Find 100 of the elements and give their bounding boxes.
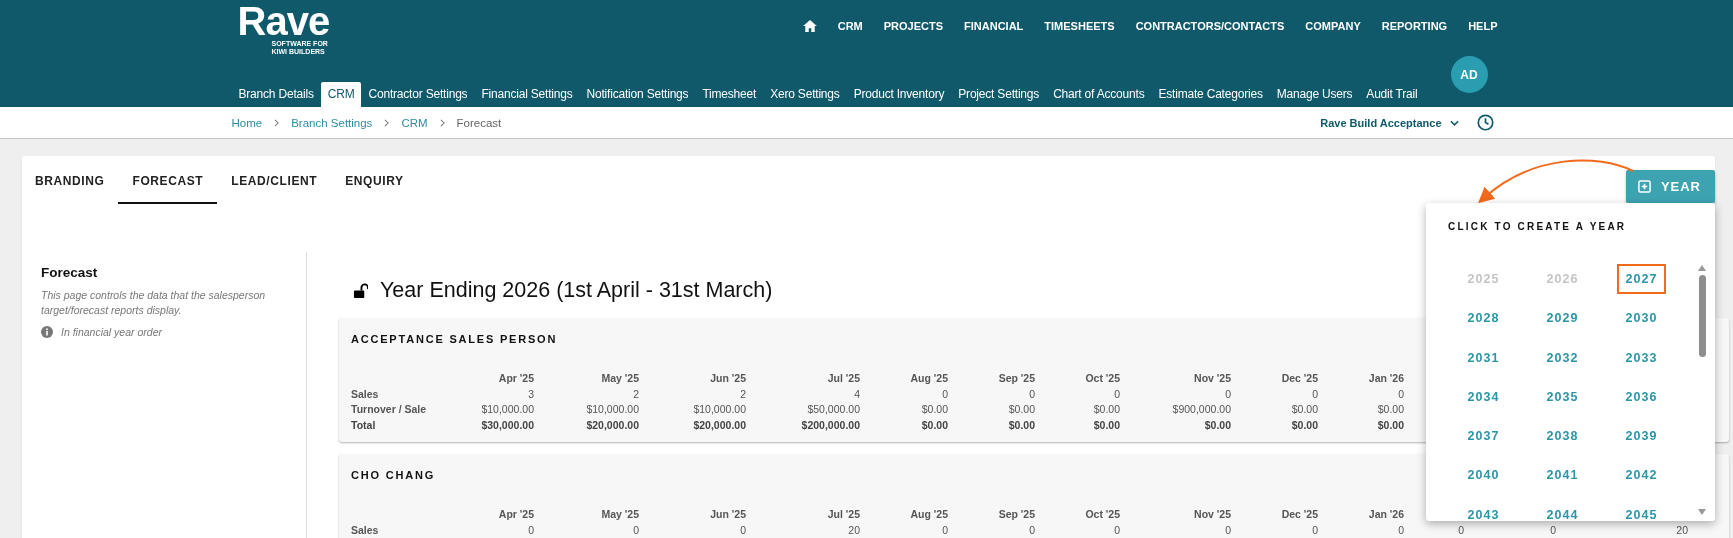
tab[interactable]: ENQUIRY: [331, 156, 418, 204]
settings-tab[interactable]: Audit Trail: [1359, 82, 1425, 107]
company-selector[interactable]: Rave Build Acceptance: [1320, 116, 1459, 129]
scroll-down-icon[interactable]: [1697, 508, 1707, 516]
table-cell-text: $0.00: [1376, 417, 1404, 433]
settings-tab[interactable]: Chart of Accounts: [1046, 82, 1152, 107]
year-option[interactable]: 2042: [1616, 460, 1667, 491]
settings-tab[interactable]: Timesheet: [695, 82, 764, 107]
table-cell-text: 20: [847, 522, 860, 538]
year-option[interactable]: 2027: [1616, 264, 1667, 294]
nav-link[interactable]: CRM: [837, 20, 863, 32]
table-cell-text: 2: [632, 386, 639, 402]
nav-link[interactable]: FINANCIAL: [964, 20, 1024, 32]
table-cell-text: 0: [1549, 522, 1556, 538]
table-cell-text: $0.00: [1092, 417, 1120, 433]
year-option[interactable]: 2038: [1537, 421, 1588, 452]
year-option[interactable]: 2031: [1458, 342, 1509, 373]
breadcrumb-link[interactable]: Branch Settings: [291, 116, 373, 129]
breadcrumb-link[interactable]: Home: [231, 116, 263, 129]
settings-tab[interactable]: Manage Users: [1269, 82, 1360, 107]
month-header: Apr '25: [497, 371, 534, 386]
year-option[interactable]: 2039: [1616, 421, 1667, 452]
sidebar-title: Forecast: [41, 265, 99, 280]
month-header: Sep '25: [997, 507, 1035, 522]
nav-link[interactable]: COMPANY: [1305, 20, 1361, 32]
table-cell-text: 0: [1311, 386, 1318, 402]
settings-tab[interactable]: Estimate Categories: [1151, 82, 1270, 107]
month-header: Nov '25: [1193, 371, 1231, 386]
scroll-up-icon[interactable]: [1697, 264, 1707, 272]
year-option[interactable]: 2028: [1458, 303, 1509, 334]
table-cell-text: 0: [1224, 522, 1231, 538]
row-label: Sales: [351, 522, 380, 538]
table-cell-text: 0: [1224, 386, 1231, 402]
settings-tab[interactable]: Notification Settings: [579, 82, 696, 107]
nav-link[interactable]: CONTRACTORS/CONTACTS: [1135, 20, 1285, 32]
table-cell-text: $10,000.00: [585, 402, 639, 417]
breadcrumb-link[interactable]: CRM: [401, 116, 428, 129]
settings-tab[interactable]: Branch Details: [231, 82, 321, 107]
month-header: Sep '25: [997, 371, 1035, 386]
table-cell-text: 3: [527, 386, 534, 402]
padlock-icon[interactable]: [353, 282, 368, 298]
month-header: Jan '26: [1367, 507, 1404, 522]
year-option[interactable]: 2033: [1616, 342, 1667, 373]
tab[interactable]: FORECAST: [118, 156, 218, 204]
year-option[interactable]: 2032: [1537, 342, 1588, 373]
table-cell-text: $900,000.00: [1171, 402, 1231, 417]
settings-tab[interactable]: Contractor Settings: [361, 82, 475, 107]
chevron-icon: [439, 118, 445, 127]
settings-tab[interactable]: Xero Settings: [763, 82, 847, 107]
year-option[interactable]: 2030: [1616, 303, 1667, 334]
scrollbar-thumb[interactable]: [1698, 275, 1706, 357]
year-option[interactable]: 2045: [1616, 499, 1667, 521]
clock-icon[interactable]: [1476, 114, 1494, 131]
home-icon[interactable]: [802, 20, 817, 32]
salesperson-name: ACCEPTANCE SALES PERSON: [351, 333, 558, 345]
year-option: 2025: [1458, 264, 1509, 294]
month-header: Aug '25: [909, 507, 948, 522]
table-cell-text: $0.00: [1290, 402, 1318, 417]
table-cell-text: 0: [527, 522, 534, 538]
table-cell-text: 0: [1028, 386, 1035, 402]
month-header: May '25: [600, 507, 639, 522]
month-header: Apr '25: [497, 507, 534, 522]
year-option[interactable]: 2036: [1616, 381, 1667, 412]
table-cell-text: $10,000.00: [692, 402, 746, 417]
salesperson-name: CHO CHANG: [351, 469, 436, 481]
settings-tab[interactable]: CRM: [320, 82, 362, 107]
year-option[interactable]: 2029: [1537, 303, 1588, 334]
table-cell-text: $30,000.00: [480, 417, 534, 433]
chevron-icon: [274, 118, 280, 127]
table-cell-text: 0: [941, 522, 948, 538]
year-option[interactable]: 2034: [1458, 381, 1509, 412]
month-header: Dec '25: [1280, 507, 1318, 522]
table-cell-text: 0: [1028, 522, 1035, 538]
table-cell-text: $0.00: [1007, 417, 1035, 433]
table-cell-text: $0.00: [1007, 402, 1035, 417]
table-cell-text: $20,000.00: [692, 417, 746, 433]
table-cell-text: $50,000.00: [806, 402, 860, 417]
month-header: May '25: [600, 371, 639, 386]
table-cell-text: 2: [739, 386, 746, 402]
settings-tab[interactable]: Financial Settings: [474, 82, 580, 107]
year-option[interactable]: 2035: [1537, 381, 1588, 412]
table-cell-text: $20,000.00: [585, 417, 639, 433]
table-cell-text: 0: [1397, 522, 1404, 538]
table-cell-text: 0: [1311, 522, 1318, 538]
year-option[interactable]: 2043: [1458, 499, 1509, 521]
tab[interactable]: LEAD/CLIENT: [217, 156, 332, 204]
settings-tab[interactable]: Product Inventory: [846, 82, 952, 107]
nav-link[interactable]: HELP: [1468, 20, 1498, 32]
year-option[interactable]: 2040: [1458, 460, 1509, 491]
logo-text[interactable]: Rave: [237, 2, 330, 40]
table-cell-text: 4: [853, 386, 860, 402]
breadcrumb-link[interactable]: Forecast: [456, 116, 502, 129]
popup-title: CLICK TO CREATE A YEAR: [1447, 220, 1628, 232]
settings-tab[interactable]: Project Settings: [951, 82, 1047, 107]
table-cell-text: 0: [739, 522, 746, 538]
nav-link[interactable]: PROJECTS: [883, 20, 944, 32]
tab[interactable]: BRANDING: [22, 156, 119, 204]
year-option[interactable]: 2037: [1458, 421, 1509, 452]
nav-link[interactable]: REPORTING: [1381, 20, 1448, 32]
nav-link[interactable]: TIMESHEETS: [1044, 20, 1115, 32]
